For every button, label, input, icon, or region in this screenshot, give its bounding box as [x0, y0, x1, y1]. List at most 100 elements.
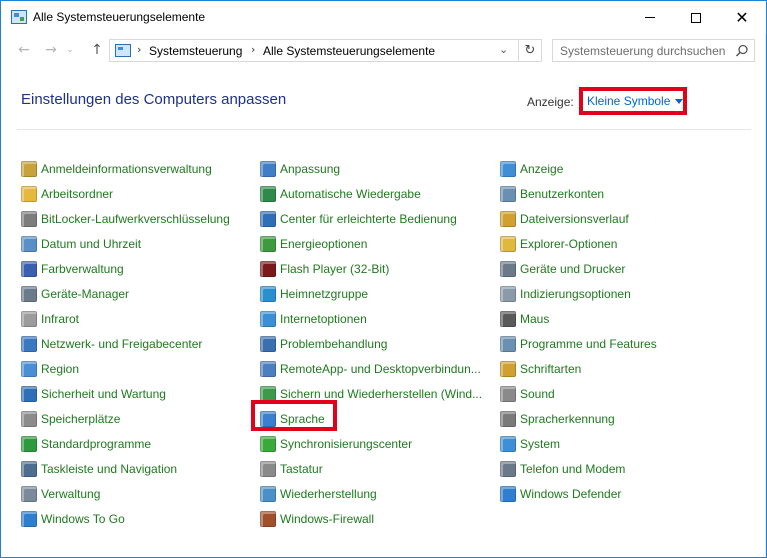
item-label[interactable]: Geräte-Manager — [41, 287, 129, 301]
item-label[interactable]: Benutzerkonten — [520, 187, 604, 201]
item-label[interactable]: Region — [41, 362, 79, 376]
caret-down-icon[interactable] — [675, 98, 684, 104]
item-label[interactable]: Datum und Uhrzeit — [41, 237, 141, 251]
item-label[interactable]: Anzeige — [520, 162, 563, 176]
control-panel-item[interactable]: Standardprogramme — [21, 431, 230, 456]
address-dropdown-icon[interactable]: ⌄ — [499, 43, 508, 56]
item-label[interactable]: Windows-Firewall — [280, 512, 374, 526]
item-label[interactable]: Anpassung — [280, 162, 340, 176]
control-panel-item[interactable]: System — [500, 431, 657, 456]
control-panel-item[interactable]: Region — [21, 356, 230, 381]
item-label[interactable]: Automatische Wiedergabe — [280, 187, 421, 201]
control-panel-item[interactable]: Flash Player (32-Bit) — [260, 256, 482, 281]
item-label[interactable]: Center für erleichterte Bedienung — [280, 212, 457, 226]
control-panel-item[interactable]: Sprache — [260, 406, 482, 431]
control-panel-item[interactable]: Sichern und Wiederherstellen (Wind... — [260, 381, 482, 406]
item-label[interactable]: Energieoptionen — [280, 237, 367, 251]
control-panel-item[interactable]: Netzwerk- und Freigabecenter — [21, 331, 230, 356]
control-panel-item[interactable]: Benutzerkonten — [500, 181, 657, 206]
item-label[interactable]: Dateiversionsverlauf — [520, 212, 629, 226]
item-label[interactable]: Geräte und Drucker — [520, 262, 625, 276]
maximize-button[interactable] — [673, 1, 719, 34]
control-panel-item[interactable]: Wiederherstellung — [260, 481, 482, 506]
item-label[interactable]: Taskleiste und Navigation — [41, 462, 177, 476]
item-label[interactable]: Telefon und Modem — [520, 462, 625, 476]
item-label[interactable]: Windows To Go — [41, 512, 125, 526]
control-panel-item[interactable]: Explorer-Optionen — [500, 231, 657, 256]
view-dropdown-value[interactable]: Kleine Symbole — [587, 94, 670, 108]
breadcrumb-all-items[interactable]: Alle Systemsteuerungselemente — [263, 44, 435, 58]
control-panel-item[interactable]: Anmeldeinformationsverwaltung — [21, 156, 230, 181]
item-label[interactable]: Synchronisierungscenter — [280, 437, 412, 451]
control-panel-item[interactable]: RemoteApp- und Desktopverbindun... — [260, 356, 482, 381]
item-label[interactable]: Internetoptionen — [280, 312, 367, 326]
forward-button[interactable]: → — [41, 40, 61, 60]
item-label[interactable]: Sichern und Wiederherstellen (Wind... — [280, 387, 482, 401]
item-label[interactable]: Infrarot — [41, 312, 79, 326]
item-label[interactable]: Programme und Features — [520, 337, 657, 351]
breadcrumb-separator-icon[interactable]: › — [137, 43, 141, 56]
control-panel-item[interactable]: Datum und Uhrzeit — [21, 231, 230, 256]
item-label[interactable]: Farbverwaltung — [41, 262, 124, 276]
search-input[interactable] — [560, 44, 730, 58]
control-panel-item[interactable]: Speicherplätze — [21, 406, 230, 431]
breadcrumb-separator-icon[interactable]: › — [251, 43, 255, 56]
breadcrumb-systemsteuerung[interactable]: Systemsteuerung — [149, 44, 242, 58]
item-label[interactable]: Flash Player (32-Bit) — [280, 262, 389, 276]
control-panel-item[interactable]: Windows To Go — [21, 506, 230, 531]
item-label[interactable]: Netzwerk- und Freigabecenter — [41, 337, 202, 351]
item-label[interactable]: Sound — [520, 387, 555, 401]
back-button[interactable]: ← — [14, 40, 34, 60]
close-button[interactable]: ✕ — [719, 1, 765, 34]
control-panel-item[interactable]: Center für erleichterte Bedienung — [260, 206, 482, 231]
item-label[interactable]: Heimnetzgruppe — [280, 287, 368, 301]
control-panel-item[interactable]: Internetoptionen — [260, 306, 482, 331]
item-label[interactable]: Windows Defender — [520, 487, 621, 501]
address-bar[interactable]: › Systemsteuerung › Alle Systemsteuerung… — [109, 39, 519, 62]
control-panel-item[interactable]: Synchronisierungscenter — [260, 431, 482, 456]
control-panel-item[interactable]: Programme und Features — [500, 331, 657, 356]
item-label[interactable]: Sicherheit und Wartung — [41, 387, 166, 401]
item-label[interactable]: Maus — [520, 312, 549, 326]
control-panel-item[interactable]: Schriftarten — [500, 356, 657, 381]
control-panel-item[interactable]: Geräte und Drucker — [500, 256, 657, 281]
up-button[interactable]: ↑ — [87, 40, 107, 60]
control-panel-item[interactable]: Anzeige — [500, 156, 657, 181]
control-panel-item[interactable]: Farbverwaltung — [21, 256, 230, 281]
item-label[interactable]: Anmeldeinformationsverwaltung — [41, 162, 212, 176]
control-panel-item[interactable]: Spracherkennung — [500, 406, 657, 431]
control-panel-item[interactable]: Sicherheit und Wartung — [21, 381, 230, 406]
control-panel-item[interactable]: Automatische Wiedergabe — [260, 181, 482, 206]
control-panel-item[interactable]: Telefon und Modem — [500, 456, 657, 481]
item-label[interactable]: Explorer-Optionen — [520, 237, 617, 251]
view-dropdown[interactable]: Kleine Symbole — [579, 87, 687, 115]
control-panel-item[interactable]: Verwaltung — [21, 481, 230, 506]
control-panel-item[interactable]: Windows Defender — [500, 481, 657, 506]
control-panel-item[interactable]: Infrarot — [21, 306, 230, 331]
control-panel-item[interactable]: Dateiversionsverlauf — [500, 206, 657, 231]
control-panel-item[interactable]: Heimnetzgruppe — [260, 281, 482, 306]
control-panel-item[interactable]: Geräte-Manager — [21, 281, 230, 306]
item-label[interactable]: Standardprogramme — [41, 437, 151, 451]
item-label[interactable]: Arbeitsordner — [41, 187, 113, 201]
item-label[interactable]: Indizierungsoptionen — [520, 287, 631, 301]
item-label[interactable]: BitLocker-Laufwerkverschlüsselung — [41, 212, 230, 226]
control-panel-item[interactable]: Taskleiste und Navigation — [21, 456, 230, 481]
search-box[interactable] — [552, 39, 755, 62]
control-panel-item[interactable]: Indizierungsoptionen — [500, 281, 657, 306]
refresh-button[interactable]: ↻ — [519, 39, 542, 62]
control-panel-item[interactable]: Anpassung — [260, 156, 482, 181]
item-label[interactable]: RemoteApp- und Desktopverbindun... — [280, 362, 481, 376]
item-label[interactable]: Speicherplätze — [41, 412, 120, 426]
control-panel-item[interactable]: Tastatur — [260, 456, 482, 481]
control-panel-item[interactable]: Maus — [500, 306, 657, 331]
item-label[interactable]: Sprache — [280, 412, 325, 426]
minimize-button[interactable] — [627, 1, 673, 34]
control-panel-item[interactable]: Energieoptionen — [260, 231, 482, 256]
item-label[interactable]: Wiederherstellung — [280, 487, 377, 501]
control-panel-item[interactable]: Arbeitsordner — [21, 181, 230, 206]
control-panel-item[interactable]: Sound — [500, 381, 657, 406]
item-label[interactable]: Verwaltung — [41, 487, 100, 501]
control-panel-item[interactable]: BitLocker-Laufwerkverschlüsselung — [21, 206, 230, 231]
item-label[interactable]: Tastatur — [280, 462, 323, 476]
